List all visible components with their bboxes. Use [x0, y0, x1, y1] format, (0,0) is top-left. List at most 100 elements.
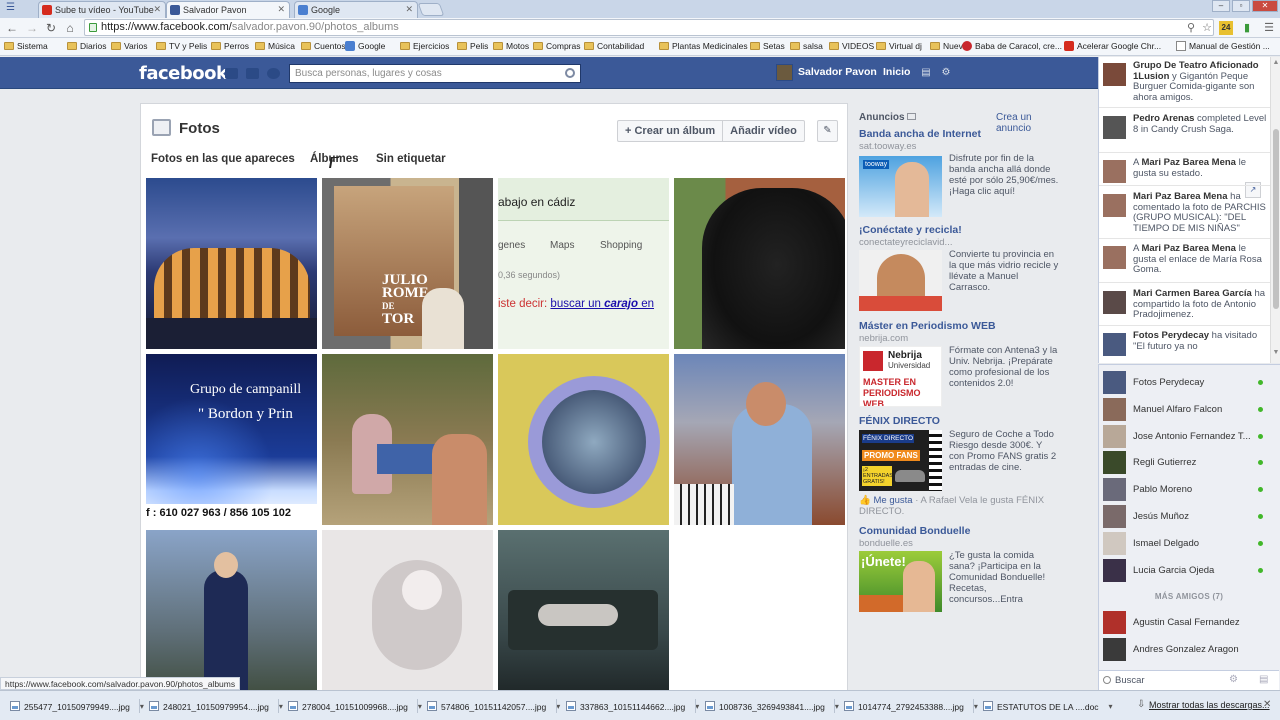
chat-friend[interactable]: Pablo Moreno — [1103, 478, 1273, 502]
bookmark-item[interactable]: Virtual dj — [876, 41, 922, 51]
photo-porthole[interactable] — [498, 354, 669, 525]
minimize-icon[interactable]: – — [1212, 0, 1230, 12]
extension-badge[interactable]: 24 — [1219, 21, 1233, 35]
bookmark-item[interactable]: Diarios — [67, 41, 106, 51]
photo-bell-group[interactable]: Grupo de campanill " Bordon y Prin f : 6… — [146, 354, 317, 525]
tab-google[interactable]: Google ✕ — [294, 1, 418, 18]
chevron-down-icon[interactable]: ▾ — [974, 702, 978, 711]
star-icon[interactable]: ☆ — [1200, 21, 1214, 35]
tab-photos-of-you[interactable]: Fotos en las que apareces — [151, 153, 295, 165]
profile-link[interactable]: Salvador Pavon — [776, 64, 877, 81]
chevron-down-icon[interactable]: ▾ — [1109, 702, 1113, 711]
facebook-search-input[interactable]: Busca personas, lugares y cosas — [289, 64, 581, 83]
photo-family-table[interactable] — [322, 354, 493, 525]
ad-title[interactable]: Máster en Periodismo WEB — [859, 320, 1065, 332]
facebook-logo[interactable]: facebook — [139, 63, 228, 84]
chat-friend[interactable]: Manuel Alfaro Falcon — [1103, 397, 1273, 422]
ad-item[interactable]: Banda ancha de Internet sat.tooway.es to… — [859, 128, 1065, 217]
download-item[interactable]: ESTATUTOS DE LA ....doc ▾ — [981, 696, 1113, 716]
home-link[interactable]: Inicio — [883, 66, 910, 78]
settings-gear-icon[interactable]: ⚙ — [940, 67, 952, 79]
bookmark-item[interactable]: Música — [255, 41, 295, 51]
show-all-downloads-link[interactable]: ⇩ Mostrar todas las descargas... — [1137, 699, 1270, 710]
reload-icon[interactable]: ↻ — [43, 20, 59, 36]
ad-item[interactable]: FÉNIX DIRECTO FÉNIX DIRECTO PROMO FANS ¡… — [859, 415, 1065, 517]
photo-search-screenshot[interactable]: abajo en cádiz genes Maps Shopping 0,36 … — [498, 178, 669, 349]
chat-friend[interactable]: Fotos Perydecay — [1103, 371, 1273, 395]
chat-friend[interactable]: Jose Antonio Fernandez T... — [1103, 424, 1273, 449]
download-item[interactable]: 248021_10150979954....jpg ▾ — [147, 696, 283, 716]
ad-item[interactable]: ¡Conéctate y recicla! conectateyreciclav… — [859, 224, 1065, 311]
create-album-button[interactable]: + Crear un álbum — [618, 121, 722, 141]
ticker-scrollbar[interactable]: ▲ ▼ — [1270, 57, 1280, 363]
messages-icon[interactable] — [246, 68, 259, 79]
compose-icon[interactable]: ▤ — [1259, 674, 1268, 685]
bookmark-item[interactable]: Compras — [533, 41, 580, 51]
download-item[interactable]: 1008736_3269493841....jpg ▾ — [703, 696, 839, 716]
photo-singer[interactable] — [674, 354, 845, 525]
bookmark-item[interactable]: salsa — [790, 41, 823, 51]
ad-image[interactable]: ¡Únete! — [859, 551, 942, 612]
bookmark-item[interactable]: Manual de Gestión ... — [1176, 41, 1270, 51]
tab-untagged[interactable]: Sin etiquetar — [376, 153, 446, 165]
maximize-icon[interactable]: ▫ — [1232, 0, 1250, 12]
download-item[interactable]: 255477_10150979949....jpg ▾ — [8, 696, 144, 716]
chat-friend[interactable]: Regli Gutierrez — [1103, 451, 1273, 475]
ad-title[interactable]: Banda ancha de Internet — [859, 128, 1065, 140]
chevron-down-icon[interactable]: ▾ — [279, 702, 283, 711]
photo-poster[interactable]: JULIO ROME DE TOR — [322, 178, 493, 349]
back-icon[interactable]: ← — [4, 20, 20, 36]
bookmark-item[interactable]: Perros — [211, 41, 249, 51]
scroll-up-icon[interactable]: ▲ — [1272, 59, 1280, 66]
bookmark-item[interactable]: Contabilidad — [584, 41, 644, 51]
bookmark-item[interactable]: Varios — [111, 41, 147, 51]
chat-friend[interactable]: Andres Gonzalez Aragon — [1103, 638, 1273, 662]
bookmark-item[interactable]: Ejercicios — [400, 41, 449, 51]
download-item[interactable]: 337863_10151144662....jpg ▾ — [564, 696, 699, 716]
edit-pencil-icon[interactable]: ✎ — [817, 120, 838, 142]
bookmark-item[interactable]: Acelerar Google Chr... — [1064, 41, 1161, 51]
notifications-icon[interactable] — [267, 68, 280, 79]
chevron-down-icon[interactable]: ▾ — [418, 702, 422, 711]
browser-menu-icon[interactable]: ☰ — [6, 2, 22, 15]
chevron-down-icon[interactable]: ▾ — [140, 702, 144, 711]
home-icon[interactable]: ⌂ — [62, 20, 78, 36]
download-item[interactable]: 278004_10151009968....jpg ▾ — [286, 696, 422, 716]
photo-baby-sketch[interactable] — [322, 530, 493, 692]
chat-search-input[interactable]: Buscar ⚙ ▤ — [1099, 670, 1279, 690]
add-video-button[interactable]: Añadir vídeo — [722, 121, 804, 141]
bookmark-item[interactable]: Sistema — [4, 41, 48, 51]
bookmark-item[interactable]: Cuentos — [301, 41, 346, 51]
bookmark-item[interactable]: TV y Pelis — [156, 41, 207, 51]
close-window-icon[interactable]: ✕ — [1252, 0, 1278, 12]
bookmark-item[interactable]: Plantas Medicinales — [659, 41, 748, 51]
photo-colosseum[interactable] — [146, 178, 317, 349]
zoom-icon[interactable]: ⚲ — [1184, 21, 1198, 35]
ad-image[interactable] — [859, 250, 942, 311]
bookmark-item[interactable]: Setas — [750, 41, 785, 51]
search-icon[interactable] — [565, 68, 575, 78]
chevron-down-icon[interactable]: ▾ — [835, 702, 839, 711]
bookmark-item[interactable]: Baba de Caracol, cre... — [962, 41, 1062, 51]
bookmark-item[interactable]: Pelis — [457, 41, 488, 51]
photo-dog[interactable] — [674, 178, 845, 349]
scroll-down-icon[interactable]: ▼ — [1272, 349, 1280, 356]
ad-item[interactable]: Comunidad Bonduelle bonduelle.es ¡Únete!… — [859, 525, 1065, 612]
address-bar[interactable]: https://www.facebook.com/salvador.pavon.… — [84, 19, 1214, 36]
gear-icon[interactable]: ⚙ — [1229, 674, 1238, 685]
privacy-shortcuts-icon[interactable]: ▤ — [920, 67, 932, 79]
chat-friend[interactable]: Lucia Garcia Ojeda — [1103, 558, 1273, 583]
like-link[interactable]: Me gusta — [873, 495, 912, 506]
ad-image[interactable]: tooway — [859, 156, 942, 217]
ad-image[interactable]: Nebrija Universidad MASTER EN PERIODISMO… — [859, 346, 942, 407]
close-icon[interactable]: ✕ — [153, 4, 161, 15]
ad-image[interactable]: FÉNIX DIRECTO PROMO FANS ¡2 ENTRADAS GRA… — [859, 430, 942, 491]
chat-friend[interactable]: Jesús Muñoz — [1103, 505, 1273, 529]
bookmark-item[interactable]: VIDEOS — [829, 41, 874, 51]
new-tab-button[interactable] — [417, 3, 445, 16]
tab-facebook[interactable]: Salvador Pavon ✕ — [166, 1, 290, 18]
chat-friend[interactable]: Agustin Casal Fernandez — [1103, 611, 1273, 635]
scroll-thumb[interactable] — [1273, 129, 1279, 309]
ad-title[interactable]: Comunidad Bonduelle — [859, 525, 1065, 537]
download-item[interactable]: 1014774_2792453388....jpg ▾ — [842, 696, 978, 716]
